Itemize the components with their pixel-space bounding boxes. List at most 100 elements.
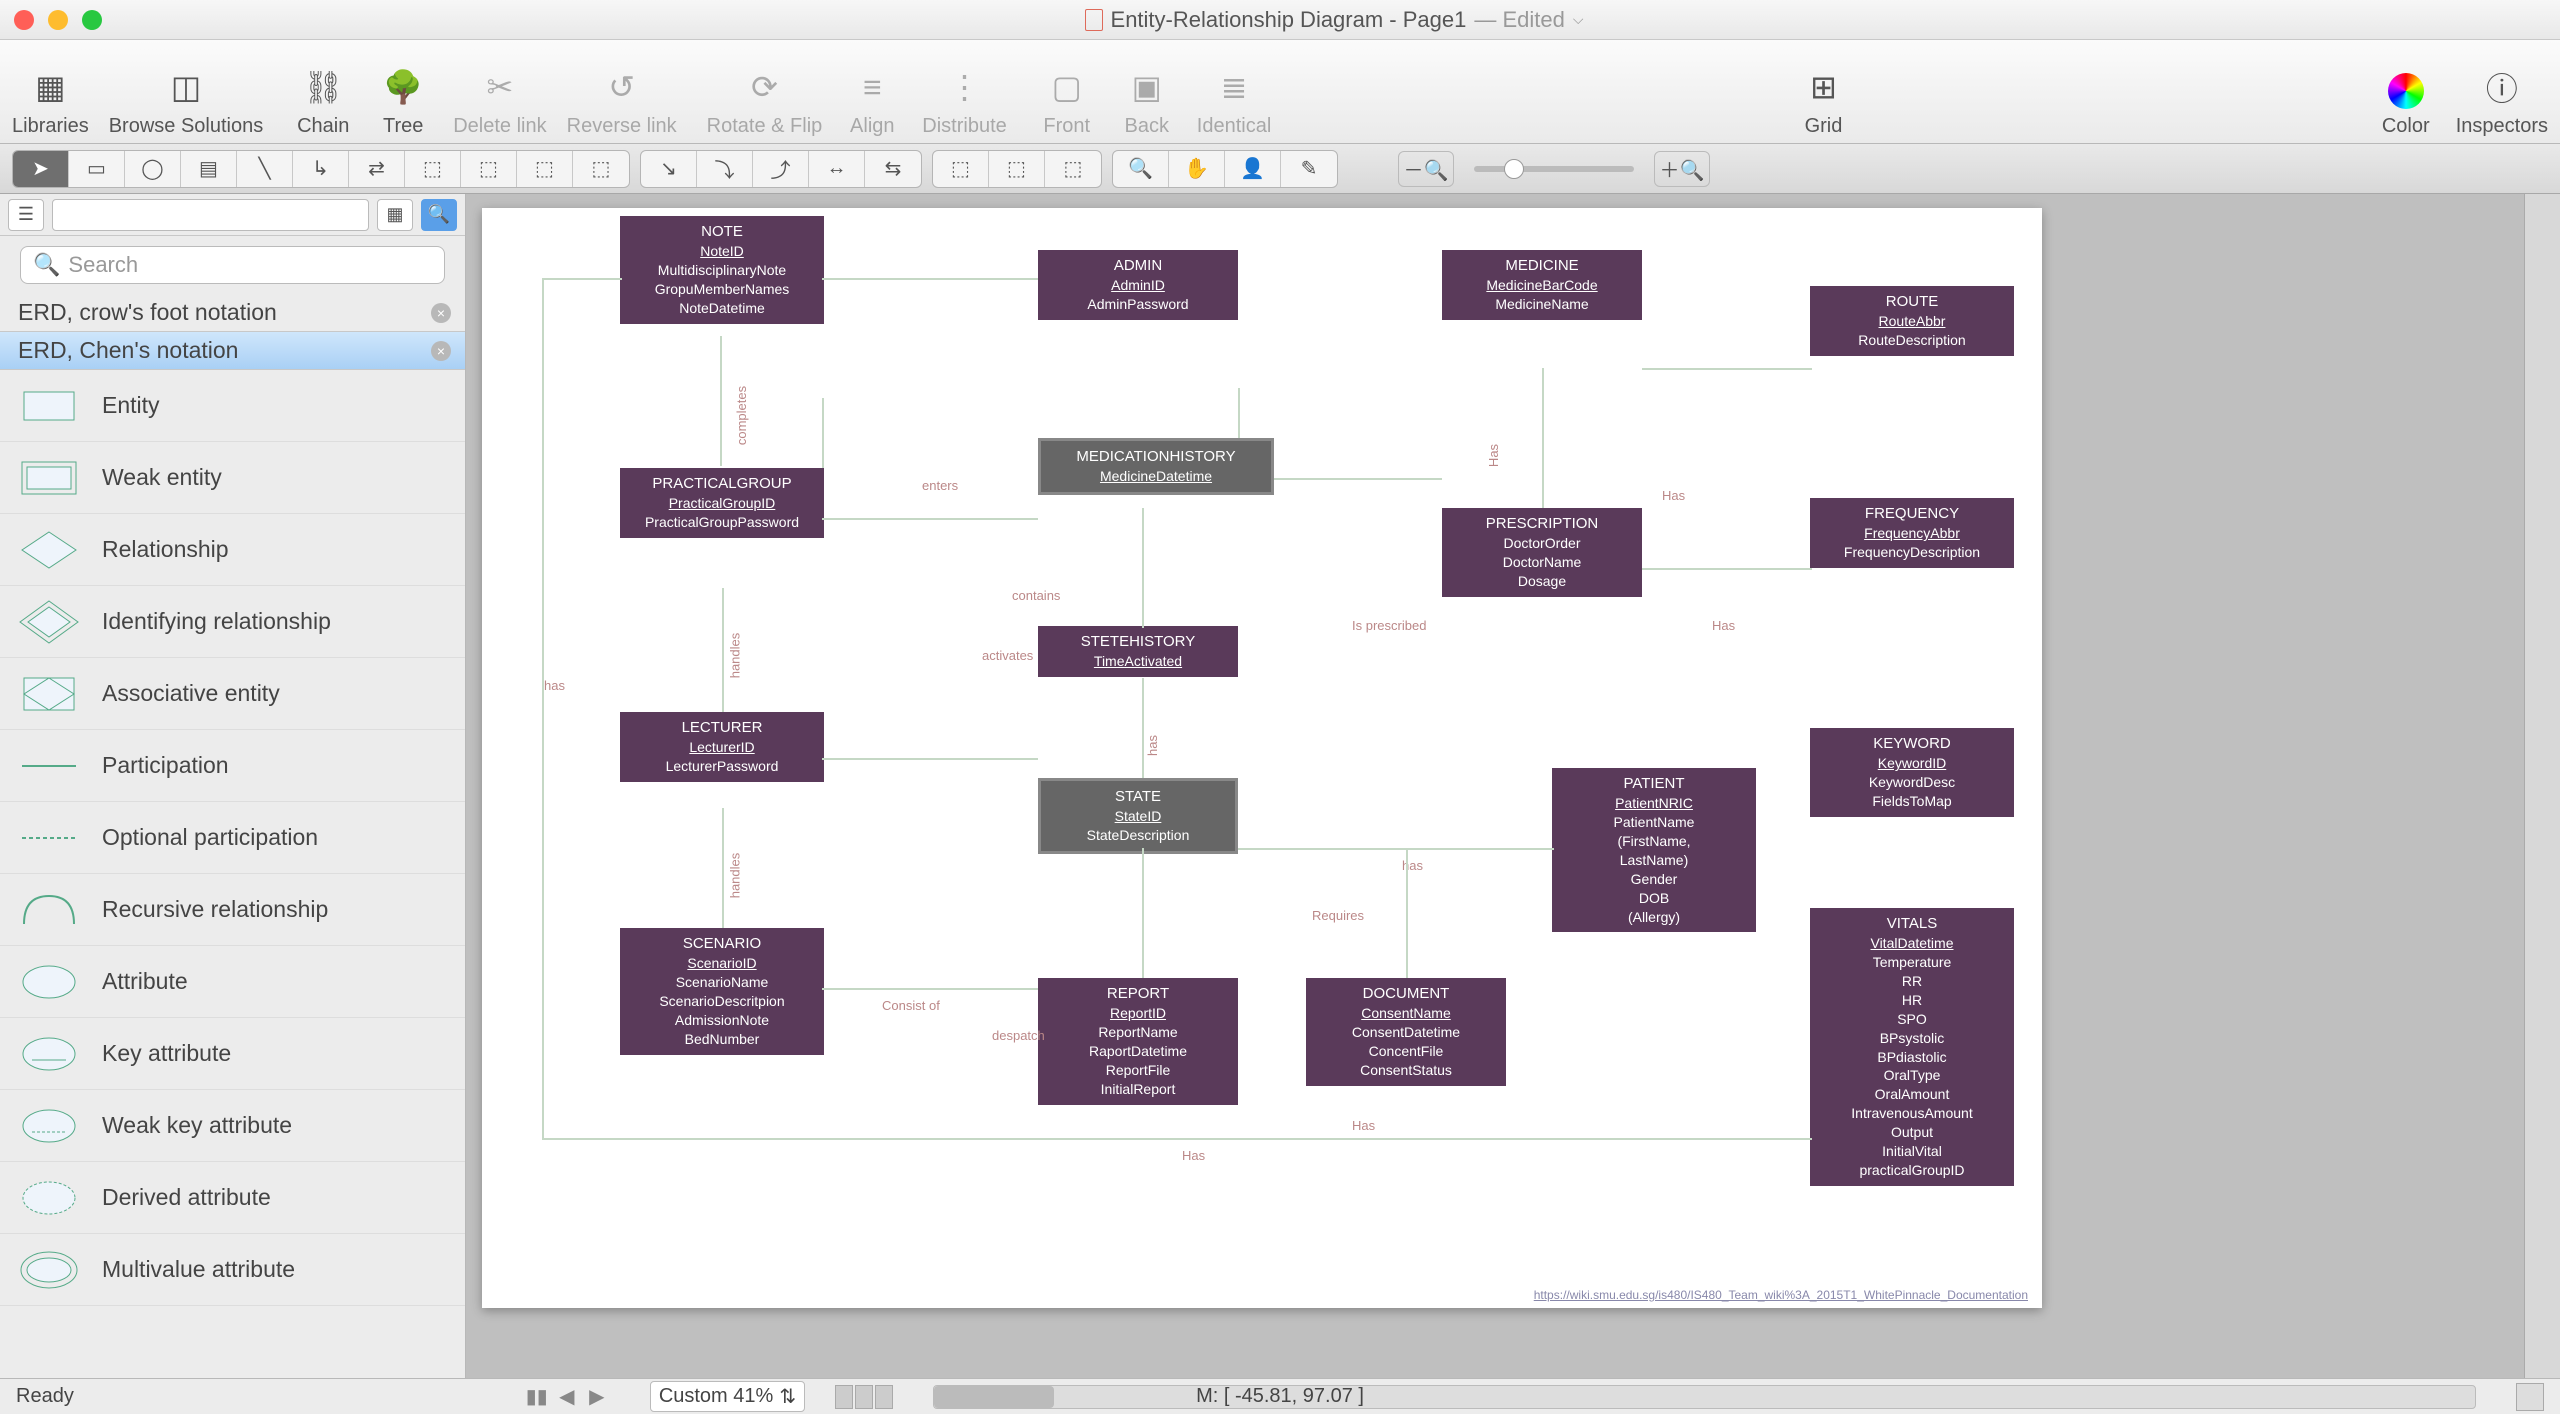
horizontal-scrollbar[interactable] bbox=[933, 1385, 2476, 1409]
entity-prescription[interactable]: PRESCRIPTIONDoctorOrderDoctorNameDosage bbox=[1442, 508, 1642, 597]
connector-tool-1[interactable]: ↳ bbox=[293, 151, 349, 187]
library-combo[interactable] bbox=[52, 199, 369, 231]
zoom-select[interactable]: Custom 41% ⇅ bbox=[650, 1381, 805, 1412]
connector-line[interactable] bbox=[822, 398, 824, 468]
entity-state[interactable]: STATEStateIDStateDescription bbox=[1038, 778, 1238, 854]
ellipse-tool[interactable]: ◯ bbox=[125, 151, 181, 187]
connector-line[interactable] bbox=[822, 758, 1038, 760]
entity-admin[interactable]: ADMINAdminIDAdminPassword bbox=[1038, 250, 1238, 320]
connector-line[interactable] bbox=[722, 588, 724, 712]
shape-item-derived-attribute[interactable]: Derived attribute bbox=[0, 1162, 465, 1234]
connector-line[interactable] bbox=[1142, 508, 1144, 628]
shape-item-weak-entity[interactable]: Weak entity bbox=[0, 442, 465, 514]
connector-tool-5[interactable]: ⬚ bbox=[517, 151, 573, 187]
library-section-0[interactable]: ERD, crow's foot notation× bbox=[0, 294, 465, 332]
shape-item-entity[interactable]: Entity bbox=[0, 370, 465, 442]
search-input[interactable]: 🔍 Search bbox=[20, 246, 445, 284]
entity-patient[interactable]: PATIENTPatientNRICPatientName(FirstName,… bbox=[1552, 768, 1756, 932]
shape-item-multivalue-attribute[interactable]: Multivalue attribute bbox=[0, 1234, 465, 1306]
connector-line[interactable] bbox=[722, 808, 724, 928]
toolbar-browse-button[interactable]: ◫Browse Solutions bbox=[109, 48, 264, 138]
person-tool[interactable]: 👤 bbox=[1225, 151, 1281, 187]
shape-item-relationship[interactable]: Relationship bbox=[0, 514, 465, 586]
shape-item-weak-key-attribute[interactable]: Weak key attribute bbox=[0, 1090, 465, 1162]
connector-line[interactable] bbox=[1142, 678, 1144, 778]
shape-item-associative-entity[interactable]: Associative entity bbox=[0, 658, 465, 730]
entity-scenario[interactable]: SCENARIOScenarioIDScenarioNameScenarioDe… bbox=[620, 928, 824, 1055]
entity-practicalgroup[interactable]: PRACTICALGROUPPracticalGroupIDPracticalG… bbox=[620, 468, 824, 538]
connector-line[interactable] bbox=[1642, 368, 1812, 370]
toolbar-color-button[interactable]: Color bbox=[2376, 48, 2436, 138]
toolbar-grid-button[interactable]: ⊞Grid bbox=[1794, 48, 1854, 138]
entity-lecturer[interactable]: LECTURERLecturerIDLecturerPassword bbox=[620, 712, 824, 782]
zoom-in-button[interactable]: ＋🔍 bbox=[1654, 151, 1710, 187]
view-tab-3[interactable] bbox=[875, 1385, 893, 1409]
entity-note[interactable]: NOTENoteIDMultidisciplinaryNoteGropuMemb… bbox=[620, 216, 824, 324]
entity-frequency[interactable]: FREQUENCYFrequencyAbbrFrequencyDescripti… bbox=[1810, 498, 2014, 568]
shape-item-participation[interactable]: Participation bbox=[0, 730, 465, 802]
connector-line[interactable] bbox=[822, 988, 1038, 990]
section-close-icon[interactable]: × bbox=[431, 303, 451, 323]
arrow-1[interactable]: ↘ bbox=[641, 151, 697, 187]
entity-route[interactable]: ROUTERouteAbbrRouteDescription bbox=[1810, 286, 2014, 356]
close-window-button[interactable] bbox=[14, 10, 34, 30]
canvas-area[interactable]: https://wiki.smu.edu.sg/is480/IS480_Team… bbox=[466, 194, 2560, 1378]
library-section-1[interactable]: ERD, Chen's notation× bbox=[0, 332, 465, 370]
entity-medicine[interactable]: MEDICINEMedicineBarCodeMedicineName bbox=[1442, 250, 1642, 320]
pan-tool[interactable]: ✋ bbox=[1169, 151, 1225, 187]
pencil-tool[interactable]: ✎ bbox=[1281, 151, 1337, 187]
connector-line[interactable] bbox=[822, 278, 1038, 280]
connector-line[interactable] bbox=[542, 278, 544, 1138]
connector-tool-6[interactable]: ⬚ bbox=[573, 151, 629, 187]
shape-item-recursive-relationship[interactable]: Recursive relationship bbox=[0, 874, 465, 946]
search-toggle-button[interactable]: 🔍 bbox=[421, 199, 457, 231]
minimize-window-button[interactable] bbox=[48, 10, 68, 30]
zoom-out-button[interactable]: －🔍 bbox=[1398, 151, 1454, 187]
entity-document[interactable]: DOCUMENTConsentNameConsentDatetimeConcen… bbox=[1306, 978, 1506, 1086]
group-1[interactable]: ⬚ bbox=[933, 151, 989, 187]
arrow-4[interactable]: ↔ bbox=[809, 151, 865, 187]
toolbar-info-button[interactable]: ⓘInspectors bbox=[2456, 48, 2548, 138]
zoom-window-button[interactable] bbox=[82, 10, 102, 30]
shape-item-identifying-relationship[interactable]: Identifying relationship bbox=[0, 586, 465, 658]
toolbar-tree-button[interactable]: 🌳Tree bbox=[373, 48, 433, 138]
line-tool[interactable]: ╲ bbox=[237, 151, 293, 187]
group-3[interactable]: ⬚ bbox=[1045, 151, 1101, 187]
view-tab-1[interactable] bbox=[835, 1385, 853, 1409]
connector-line[interactable] bbox=[1238, 388, 1240, 438]
sidebar-toggle-button[interactable]: ☰ bbox=[8, 199, 44, 231]
connector-line[interactable] bbox=[1274, 478, 1442, 480]
entity-medicationhistory[interactable]: MEDICATIONHISTORYMedicineDatetime bbox=[1038, 438, 1274, 495]
group-2[interactable]: ⬚ bbox=[989, 151, 1045, 187]
connector-line[interactable] bbox=[822, 518, 1038, 520]
connector-line[interactable] bbox=[542, 1138, 1812, 1140]
section-close-icon[interactable]: × bbox=[431, 341, 451, 361]
pager-pause[interactable]: ▮▮ bbox=[524, 1384, 550, 1410]
connector-tool-4[interactable]: ⬚ bbox=[461, 151, 517, 187]
connector-line[interactable] bbox=[1406, 848, 1408, 978]
toolbar-chain-button[interactable]: ⛓Chain bbox=[293, 48, 353, 138]
connector-line[interactable] bbox=[1642, 568, 1812, 570]
pager-prev[interactable]: ◀ bbox=[554, 1384, 580, 1410]
connector-line[interactable] bbox=[1542, 368, 1544, 508]
entity-report[interactable]: REPORTReportIDReportNameRaportDatetimeRe… bbox=[1038, 978, 1238, 1105]
text-tool[interactable]: ▤ bbox=[181, 151, 237, 187]
connector-line[interactable] bbox=[542, 278, 622, 280]
connector-tool-2[interactable]: ⇄ bbox=[349, 151, 405, 187]
entity-vitals[interactable]: VITALSVitalDatetimeTemperatureRRHRSPOBPs… bbox=[1810, 908, 2014, 1186]
rect-tool[interactable]: ▭ bbox=[69, 151, 125, 187]
shape-item-attribute[interactable]: Attribute bbox=[0, 946, 465, 1018]
entity-stetehistory[interactable]: STETEHISTORYTimeActivated bbox=[1038, 626, 1238, 677]
connector-line[interactable] bbox=[1142, 848, 1144, 978]
connector-line[interactable] bbox=[720, 336, 722, 466]
footer-link[interactable]: https://wiki.smu.edu.sg/is480/IS480_Team… bbox=[1534, 1288, 2028, 1302]
connector-tool-3[interactable]: ⬚ bbox=[405, 151, 461, 187]
pointer-tool[interactable]: ➤ bbox=[13, 151, 69, 187]
arrow-2[interactable]: ⤵ bbox=[697, 151, 753, 187]
arrow-5[interactable]: ⇆ bbox=[865, 151, 921, 187]
shape-item-key-attribute[interactable]: Key attribute bbox=[0, 1018, 465, 1090]
zoom-tool[interactable]: 🔍 bbox=[1113, 151, 1169, 187]
toolbar-libraries-button[interactable]: ▦Libraries bbox=[12, 48, 89, 138]
title-chevron-icon[interactable]: ⌵ bbox=[1573, 11, 1584, 28]
view-tab-2[interactable] bbox=[855, 1385, 873, 1409]
